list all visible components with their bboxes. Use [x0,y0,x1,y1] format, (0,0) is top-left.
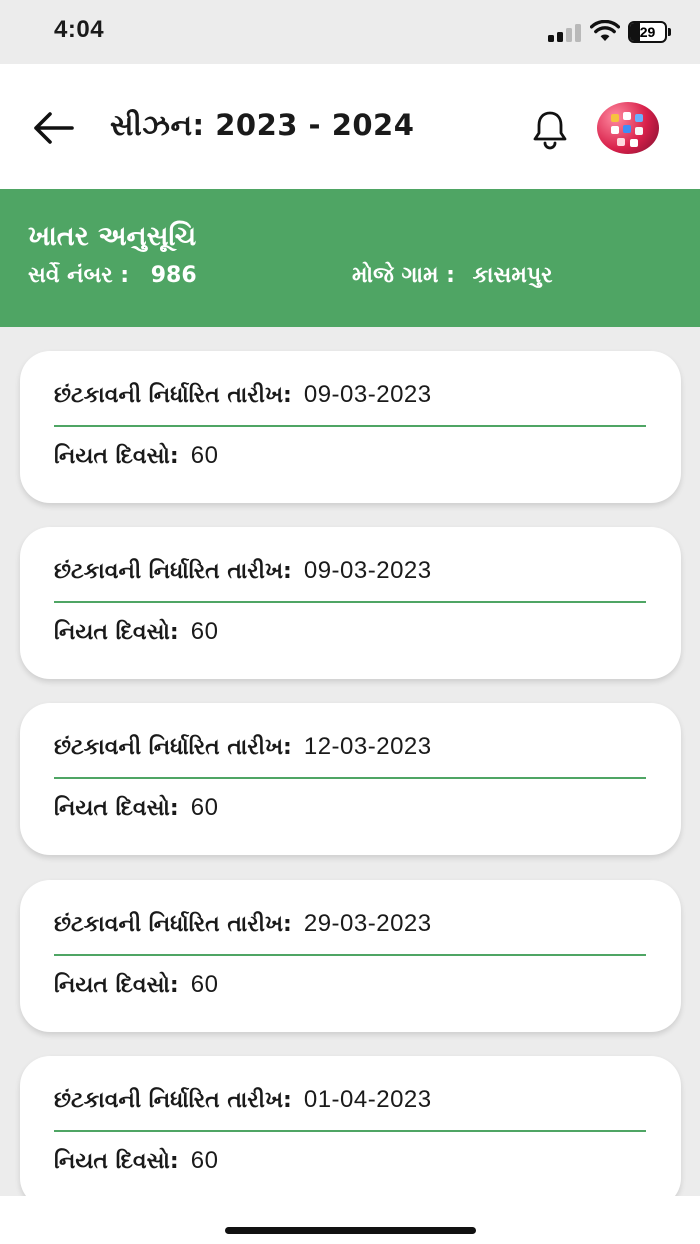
fixed-days-label: નિયત દિવસો: [54,796,179,821]
scheduled-date-value: 12-03-2023 [303,733,432,760]
scheduled-date-label: છંટકાવની નિર્ધારિત તારીખ: [54,735,292,760]
scheduled-date-row: છંટકાવની નિર્ધારિત તારીખ: 01-04-2023 [54,1086,432,1114]
fixed-days-label: નિયત દિવસો: [54,1149,179,1174]
status-bar: 4:04 29 [0,0,700,64]
survey-label: સર્વે નંબર : [28,263,130,288]
survey-number: સર્વે નંબર : 986 [28,263,197,288]
scheduled-date-label: છંટકાવની નિર્ધારિત તારીખ: [54,383,292,408]
back-arrow-icon[interactable] [30,108,76,148]
scheduled-date-value: 09-03-2023 [303,557,432,584]
scheduled-date-label: છંટકાવની નિર્ધારિત તારીખ: [54,1088,292,1113]
scheduled-date-row: છંટકાવની નિર્ધારિત તારીખ: 09-03-2023 [54,381,432,409]
scheduled-date-row: છંટકાવની નિર્ધારિત તારીખ: 09-03-2023 [54,557,432,585]
cellular-signal-icon [548,24,582,42]
bottom-bar [0,1196,700,1244]
status-time: 4:04 [54,16,105,43]
fixed-days-value: 60 [190,618,219,645]
fixed-days-value: 60 [190,1147,219,1174]
battery-percentage: 29 [639,24,656,40]
scheduled-date-row: છંટકાવની નિર્ધારિત તારીખ: 12-03-2023 [54,733,432,761]
app-header: સીઝન: 2023 - 2024 [0,64,700,189]
schedule-card[interactable]: છંટકાવની નિર્ધારિત તારીખ: 01-04-2023 નિયત… [20,1056,681,1208]
schedule-card[interactable]: છંટકાવની નિર્ધારિત તારીખ: 12-03-2023 નિયત… [20,703,681,855]
fixed-days-row: નિયત દિવસો: 60 [54,618,218,646]
card-divider [54,777,646,779]
fixed-days-row: નિયત દિવસો: 60 [54,442,218,470]
schedule-card[interactable]: છંટકાવની નિર્ધારિત તારીખ: 29-03-2023 નિયત… [20,880,681,1032]
survey-value: 986 [150,263,197,288]
home-indicator[interactable] [225,1227,476,1234]
fixed-days-row: નિયત દિવસો: 60 [54,971,218,999]
fixed-days-row: નિયત દિવસો: 60 [54,1147,218,1175]
bell-icon[interactable] [530,108,570,150]
village-label: મોજે ગામ : [352,263,455,288]
card-divider [54,601,646,603]
wifi-icon [590,20,620,41]
fixed-days-row: નિયત દિવસો: 60 [54,794,218,822]
scheduled-date-label: છંટકાવની નિર્ધારિત તારીખ: [54,559,292,584]
page-title: સીઝન: 2023 - 2024 [110,108,415,142]
card-divider [54,954,646,956]
fixed-days-label: નિયત દિવસો: [54,444,179,469]
fixed-days-label: નિયત દિવસો: [54,620,179,645]
village: મોજે ગામ : કાસમપુર [352,263,553,288]
fixed-days-value: 60 [190,794,219,821]
fixed-days-value: 60 [190,442,219,469]
card-divider [54,1130,646,1132]
village-value: કાસમપુર [472,263,553,288]
schedule-card[interactable]: છંટકાવની નિર્ધારિત તારીખ: 09-03-2023 નિયત… [20,527,681,679]
scheduled-date-value: 01-04-2023 [303,1086,432,1113]
banner-title: ખાતર અનુસૂચિ [28,221,197,252]
fixed-days-label: નિયત દિવસો: [54,973,179,998]
avatar[interactable] [597,102,659,154]
card-divider [54,425,646,427]
schedule-card[interactable]: છંટકાવની નિર્ધારિત તારીખ: 09-03-2023 નિયત… [20,351,681,503]
schedule-banner: ખાતર અનુસૂચિ સર્વે નંબર : 986 મોજે ગામ :… [0,189,700,327]
scheduled-date-row: છંટકાવની નિર્ધારિત તારીખ: 29-03-2023 [54,910,432,938]
fixed-days-value: 60 [190,971,219,998]
scheduled-date-label: છંટકાવની નિર્ધારિત તારીખ: [54,912,292,937]
scheduled-date-value: 09-03-2023 [303,381,432,408]
battery-icon: 29 [628,21,672,43]
scheduled-date-value: 29-03-2023 [303,910,432,937]
